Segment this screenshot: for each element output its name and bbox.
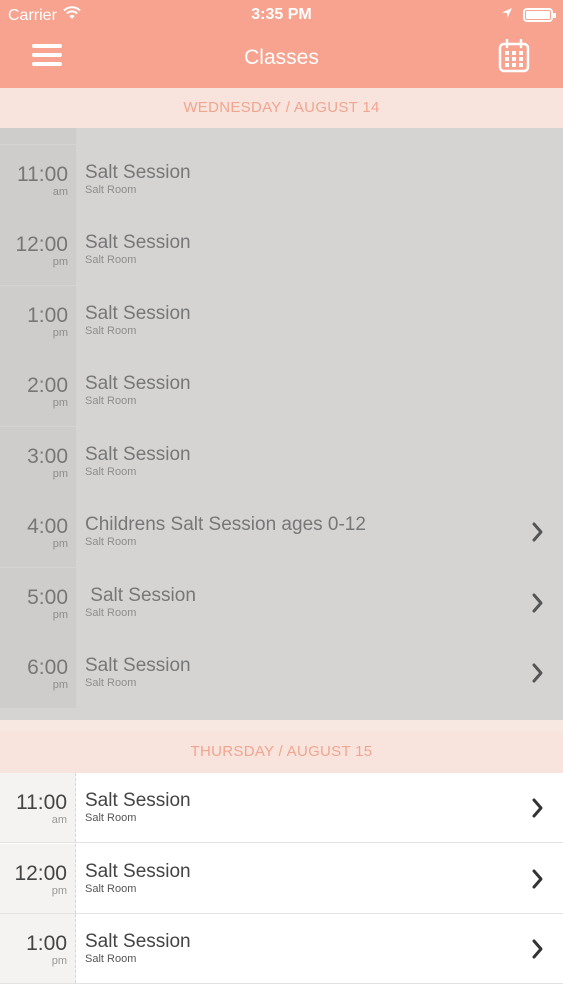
class-info: Childrens Salt Session ages 0-12 Salt Roo… <box>85 514 366 549</box>
class-time-value: 1:00 <box>27 303 68 327</box>
status-bar: Carrier 3:35 PM <box>0 0 563 30</box>
class-time-ampm: pm <box>52 538 68 550</box>
calendar-icon[interactable] <box>498 38 530 73</box>
class-time-value: 4:00 <box>27 515 68 538</box>
chevron-right-icon[interactable] <box>531 797 545 819</box>
class-row[interactable]: 4:00 pm Childrens Salt Session ages 0-12 Sa… <box>0 497 563 567</box>
class-row: 2:00 pm Salt Session Salt Room <box>0 356 563 426</box>
class-row[interactable]: 12:00 pm Salt Session Salt Room <box>0 843 563 914</box>
class-time: 4:00 pm <box>0 497 76 567</box>
class-info: Salt Session Salt Room <box>85 162 191 197</box>
section-divider <box>0 720 563 731</box>
battery-icon <box>523 8 556 22</box>
class-time-ampm: am <box>51 814 67 826</box>
class-time: 3:00 pm <box>0 426 76 497</box>
class-name: Salt Session <box>85 655 191 676</box>
class-time: 1:00 pm <box>0 285 76 356</box>
class-name: Salt Session <box>85 232 191 253</box>
class-info: Salt Session Salt Room <box>85 655 191 690</box>
class-room: Salt Room <box>85 324 137 337</box>
class-row: 11:00 am Salt Session Salt Room <box>0 144 563 215</box>
class-time-ampm: pm <box>52 256 68 268</box>
class-room: Salt Room <box>85 606 137 619</box>
class-time-value: 3:00 <box>27 444 68 468</box>
class-row: 12:00 pm Salt Session Salt Room <box>0 215 563 285</box>
class-info: Salt Session Salt Room <box>85 861 191 896</box>
class-room: Salt Room <box>85 465 137 478</box>
class-room: Salt Room <box>85 882 137 895</box>
class-room: Salt Room <box>85 395 137 407</box>
class-time: 1:00 pm <box>0 914 76 983</box>
class-info: Salt Session Salt Room <box>85 303 191 338</box>
class-room: Salt Room <box>85 677 137 689</box>
class-name: Salt Session <box>85 373 191 394</box>
chevron-right-icon[interactable] <box>531 868 545 890</box>
class-time-ampm: pm <box>52 397 68 409</box>
class-row: amSalt Room <box>0 128 563 144</box>
class-time-value: 5:00 <box>27 585 68 609</box>
class-list-wednesday: amSalt Room11:00amSalt SessionSalt Room1… <box>0 128 563 720</box>
class-name: Salt Session <box>85 860 191 882</box>
class-info: Salt Session Salt Room <box>85 931 191 966</box>
class-name: Salt Session <box>85 584 196 606</box>
class-time-ampm: pm <box>52 679 68 691</box>
class-time-value: 2:00 <box>27 374 68 397</box>
class-room: Salt Room <box>85 812 137 824</box>
class-list-thursday: 11:00 am Salt Session Salt Room 12:00 pm Salt … <box>0 773 563 1000</box>
class-info: Salt Session Salt Room <box>85 373 191 408</box>
class-name: Salt Session <box>85 790 191 811</box>
class-row[interactable]: 1:00 pm Salt Session Salt Room <box>0 914 563 984</box>
class-time-ampm: pm <box>52 467 68 480</box>
day-header-thursday: THURSDAY / AUGUST 15 <box>0 731 563 773</box>
class-time-ampm: pm <box>52 608 68 621</box>
class-time-ampm: pm <box>51 955 67 967</box>
chevron-right-icon[interactable] <box>531 938 545 960</box>
class-room: Salt Room <box>85 183 137 196</box>
class-time-value: 11:00 <box>17 162 68 186</box>
status-right <box>501 6 556 24</box>
class-time-value: 1:00 <box>26 932 67 955</box>
class-info: Salt Session Salt Room <box>85 790 191 825</box>
class-name: Salt Session <box>85 931 191 952</box>
class-name: Salt Session <box>85 161 191 183</box>
class-row: 3:00 pm Salt Session Salt Room <box>0 426 563 497</box>
class-room: Salt Room <box>85 536 137 548</box>
class-info: Salt Session Salt Room <box>85 232 191 267</box>
class-time-value: 12:00 <box>14 861 67 885</box>
class-name: Childrens Salt Session ages 0-12 <box>85 514 366 535</box>
class-name: Salt Session <box>85 302 191 324</box>
class-room: Salt Room <box>85 953 137 965</box>
class-time: 12:00 pm <box>0 843 76 913</box>
class-time: 6:00 pm <box>0 638 76 708</box>
class-time: 11:00 am <box>0 773 76 842</box>
class-time: 12:00 pm <box>0 215 76 285</box>
class-row[interactable]: 6:00 pm Salt Session Salt Room <box>0 638 563 708</box>
chevron-right-icon[interactable] <box>531 592 545 614</box>
class-time-value: 6:00 <box>27 656 68 679</box>
location-arrow-icon <box>501 6 513 24</box>
class-room: Salt Room <box>85 254 137 266</box>
class-time-value: 12:00 <box>15 233 68 256</box>
class-time-ampm: am <box>52 185 68 198</box>
chevron-right-icon[interactable] <box>531 521 545 543</box>
class-name: Salt Session <box>85 443 191 465</box>
class-row: 1:00 pm Salt Session Salt Room <box>0 285 563 356</box>
nav-bar: Classes <box>0 30 563 88</box>
class-info: Salt Session Salt Room <box>85 444 191 479</box>
class-time: 2:00 pm <box>0 356 76 426</box>
chevron-right-icon[interactable] <box>531 662 545 684</box>
class-time-value: 11:00 <box>16 791 67 814</box>
class-time: am <box>0 128 76 144</box>
class-time-ampm: pm <box>52 326 68 339</box>
day-header-wednesday: WEDNESDAY / AUGUST 14 <box>0 88 563 128</box>
status-time: 3:35 PM <box>251 6 312 23</box>
class-time: 5:00 pm <box>0 567 76 638</box>
app-header: Carrier 3:35 PM Classes <box>0 0 563 88</box>
page-title: Classes <box>244 46 319 69</box>
class-row[interactable]: 11:00 am Salt Session Salt Room <box>0 773 563 843</box>
class-time: 11:00 am <box>0 144 76 215</box>
class-row[interactable]: 5:00 pm Salt Session Salt Room <box>0 567 563 638</box>
class-info: Salt Session Salt Room <box>85 585 196 620</box>
class-time-ampm: pm <box>51 884 67 897</box>
